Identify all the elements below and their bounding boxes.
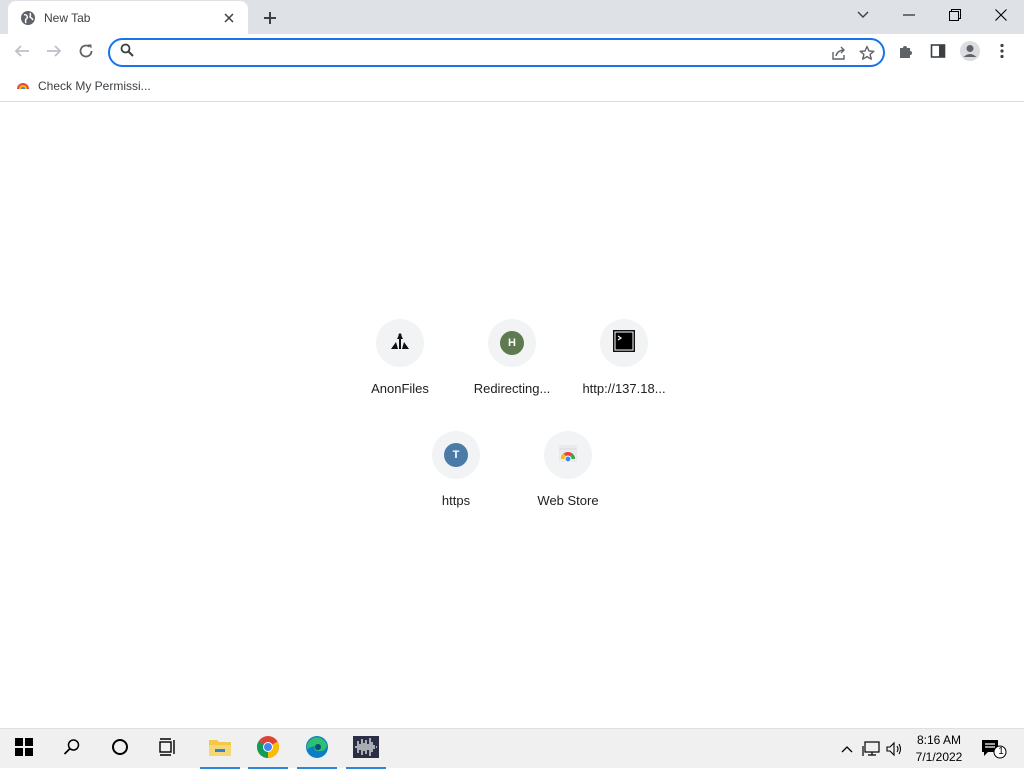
tab-strip: New Tab bbox=[0, 0, 1024, 34]
shortcut-title: Redirecting... bbox=[473, 381, 551, 396]
rainbow-favicon-icon bbox=[16, 77, 30, 96]
letter-h-icon: H bbox=[500, 331, 524, 355]
show-hidden-icons-chevron-up-icon[interactable] bbox=[836, 739, 858, 759]
notification-count-badge: 1 bbox=[998, 746, 1004, 757]
waveform-app-icon bbox=[353, 735, 379, 763]
terminal-icon bbox=[612, 329, 636, 358]
shortcut-title: AnonFiles bbox=[371, 381, 429, 396]
taskbar-search-icon bbox=[63, 738, 81, 761]
web-store-icon bbox=[556, 441, 580, 470]
system-clock[interactable]: 8:16 AM 7/1/2022 bbox=[908, 732, 970, 766]
shortcut-title: Web Store bbox=[537, 493, 599, 508]
omnibox[interactable] bbox=[108, 38, 885, 67]
profile-avatar-icon[interactable] bbox=[955, 36, 985, 66]
clock-date: 7/1/2022 bbox=[915, 750, 963, 764]
forward-button[interactable] bbox=[39, 36, 69, 66]
tab-search-chevron-down-icon[interactable] bbox=[840, 0, 886, 30]
edge-logo-icon bbox=[305, 735, 329, 764]
chrome-logo-icon bbox=[256, 735, 280, 764]
cortana-button[interactable] bbox=[96, 729, 144, 769]
shortcut-tile-anonfiles[interactable]: AnonFiles bbox=[344, 303, 456, 415]
side-panel-icon[interactable] bbox=[923, 36, 953, 66]
bookmark-star-icon[interactable] bbox=[855, 41, 879, 65]
file-explorer-folder-icon bbox=[208, 737, 232, 762]
new-tab-button[interactable] bbox=[258, 6, 282, 30]
cortana-circle-icon bbox=[111, 738, 129, 761]
taskbar-chrome[interactable] bbox=[244, 729, 292, 769]
toolbar bbox=[0, 34, 1024, 70]
shortcut-title: https bbox=[441, 493, 471, 508]
tab-new-tab[interactable]: New Tab bbox=[8, 1, 248, 34]
network-icon[interactable] bbox=[860, 739, 882, 759]
restore-button[interactable] bbox=[932, 0, 978, 30]
clock-time: 8:16 AM bbox=[916, 733, 962, 747]
task-view-button[interactable] bbox=[144, 729, 192, 769]
extensions-puzzle-icon[interactable] bbox=[891, 36, 921, 66]
anonfiles-logo-icon bbox=[389, 330, 411, 357]
search-icon bbox=[120, 43, 134, 62]
address-input[interactable] bbox=[142, 41, 827, 64]
minimize-button[interactable] bbox=[886, 0, 932, 30]
shortcut-tile-https[interactable]: T https bbox=[400, 415, 512, 527]
close-tab-icon[interactable] bbox=[220, 9, 238, 27]
taskbar: 8:16 AM 7/1/2022 1 bbox=[0, 728, 1024, 769]
shortcut-tile-http-137[interactable]: http://137.18... bbox=[568, 303, 680, 415]
globe-icon bbox=[20, 10, 36, 26]
taskbar-edge[interactable] bbox=[293, 729, 341, 769]
letter-t-icon: T bbox=[444, 443, 468, 467]
new-tab-page: AnonFiles H Redirecting... http://137.18… bbox=[0, 103, 1024, 728]
shortcut-tile-redirecting[interactable]: H Redirecting... bbox=[456, 303, 568, 415]
close-window-button[interactable] bbox=[978, 0, 1024, 30]
taskbar-file-explorer[interactable] bbox=[196, 729, 244, 769]
volume-speaker-icon[interactable] bbox=[884, 739, 906, 759]
tab-title: New Tab bbox=[44, 10, 91, 25]
shortcut-title: http://137.18... bbox=[582, 381, 666, 396]
task-view-icon bbox=[159, 737, 177, 761]
start-button[interactable] bbox=[0, 729, 48, 769]
menu-kebab-icon[interactable] bbox=[987, 36, 1017, 66]
bookmark-check-my-permissions[interactable]: Check My Permissi... bbox=[12, 75, 155, 97]
bookmark-label: Check My Permissi... bbox=[38, 79, 151, 93]
bookmarks-bar: Check My Permissi... bbox=[0, 70, 1024, 102]
search-button[interactable] bbox=[48, 729, 96, 769]
share-icon[interactable] bbox=[827, 41, 851, 65]
windows-logo-icon bbox=[15, 737, 33, 761]
action-center-notification-icon[interactable]: 1 bbox=[980, 738, 1008, 759]
reload-button[interactable] bbox=[71, 36, 101, 66]
taskbar-audio-app[interactable] bbox=[342, 729, 390, 769]
shortcut-tile-web-store[interactable]: Web Store bbox=[512, 415, 624, 527]
back-button[interactable] bbox=[7, 36, 37, 66]
